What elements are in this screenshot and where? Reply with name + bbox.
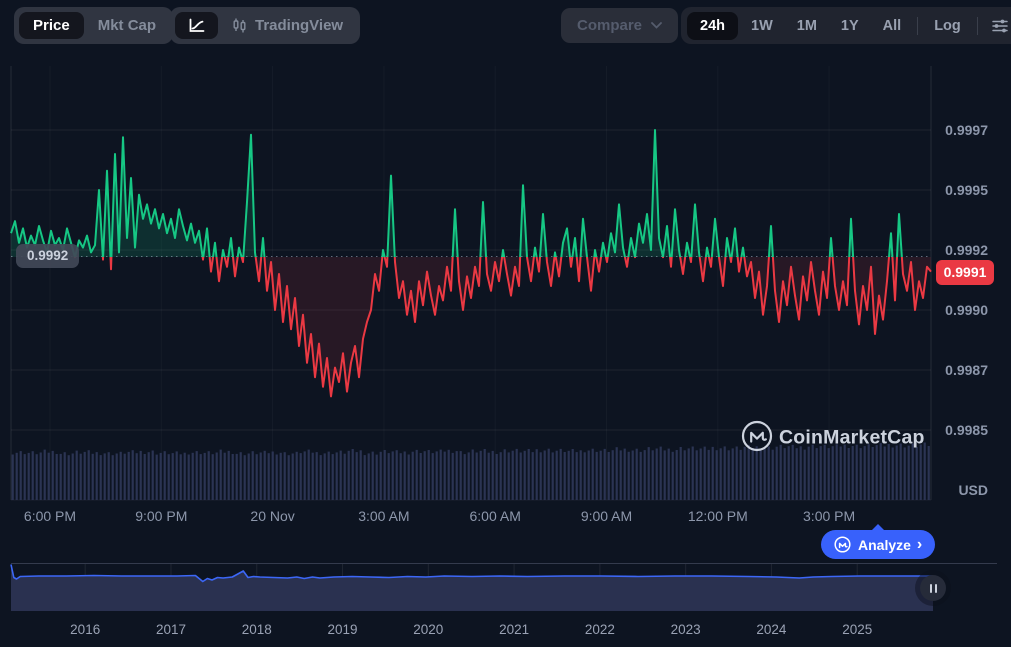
- minimap-year-label: 2018: [242, 622, 272, 637]
- watermark-text: CoinMarketCap: [779, 427, 925, 449]
- minimap-year-label: 2025: [842, 622, 872, 637]
- axis-tick-label: 6:00 AM: [470, 508, 521, 524]
- range-log[interactable]: Log: [923, 18, 972, 34]
- line-chart-tab[interactable]: [175, 12, 218, 39]
- axis-tick-label: 0.9997: [945, 122, 988, 138]
- chart-settings-button[interactable]: [983, 17, 1011, 35]
- candlestick-icon: [232, 18, 247, 33]
- axis-tick-label: 0.9992: [945, 242, 988, 258]
- pause-bar-icon: [930, 584, 932, 593]
- minimap-year-label: 2023: [671, 622, 701, 637]
- range-1y[interactable]: 1Y: [830, 18, 870, 34]
- axis-tick-label: 20 Nov: [250, 508, 294, 524]
- axis-tick-label: 3:00 AM: [358, 508, 409, 524]
- axis-tick-label: 0.9987: [945, 362, 988, 378]
- analyze-label: Analyze: [858, 537, 911, 553]
- axis-tick-label: 0.9995: [945, 182, 988, 198]
- volume-bars: [12, 443, 930, 501]
- range-all[interactable]: All: [872, 18, 913, 34]
- analyze-button[interactable]: Analyze ›: [821, 530, 935, 559]
- axis-tick-label: 12:00 PM: [688, 508, 748, 524]
- minimap-year-label: 2024: [756, 622, 787, 637]
- pause-bar-icon: [935, 584, 937, 593]
- axis-tick-label: 9:00 PM: [135, 508, 187, 524]
- price-tab[interactable]: Price: [19, 12, 84, 39]
- axis-tick-label: 0.9985: [945, 422, 988, 438]
- coinmarketcap-watermark: CoinMarketCap: [743, 422, 925, 450]
- minimap-year-label: 2017: [156, 622, 186, 637]
- compare-button[interactable]: Compare: [561, 8, 678, 43]
- chevron-down-icon: [651, 22, 662, 29]
- minimap-year-label: 2021: [499, 622, 529, 637]
- current-price-badge: 0.9991: [936, 260, 994, 285]
- price-mktcap-toggle: Price Mkt Cap: [14, 7, 173, 44]
- axis-tick-label: 0.9990: [945, 302, 988, 318]
- axis-tick-label: 3:00 PM: [803, 508, 855, 524]
- minimap-year-label: 2020: [413, 622, 443, 637]
- tradingview-label: TradingView: [255, 17, 343, 34]
- compare-label: Compare: [577, 17, 642, 34]
- coinmarketcap-mini-logo-icon: [834, 536, 851, 553]
- coinmarketcap-logo-m: [751, 433, 766, 442]
- price-area-fills: [11, 130, 931, 396]
- minimap-scrub-handle[interactable]: [920, 575, 946, 601]
- range-1m[interactable]: 1M: [786, 18, 828, 34]
- range-selector: 24h1W1M1YAll Log: [681, 7, 1011, 44]
- range-1w[interactable]: 1W: [740, 18, 784, 34]
- line-chart-icon: [188, 18, 205, 33]
- range-divider: [917, 17, 918, 35]
- axis-tick-label: USD: [958, 482, 988, 498]
- chevron-right-icon: ›: [917, 536, 922, 554]
- range-divider: [977, 17, 978, 35]
- axis-tick-label: 9:00 AM: [581, 508, 632, 524]
- minimap-year-label: 2019: [328, 622, 358, 637]
- charttype-toggle: TradingView: [170, 7, 360, 44]
- mktcap-tab[interactable]: Mkt Cap: [86, 17, 168, 34]
- minimap-year-label: 2016: [70, 622, 100, 637]
- coinmarketcap-logo-icon: [743, 422, 771, 450]
- range-24h[interactable]: 24h: [687, 12, 738, 40]
- cmc-price-chart-widget: 0.9997 0.9995 0.9992 0.9990 0.9987 0.9985 USD 6…: [0, 0, 1011, 647]
- baseline-price-label: 0.9992: [16, 244, 79, 268]
- tradingview-tab[interactable]: TradingView: [220, 17, 355, 34]
- sliders-icon: [991, 17, 1009, 35]
- minimap-year-label: 2022: [585, 622, 615, 637]
- timeline-minimap[interactable]: 2016 2017 2018 2019 2020 2021 2022 2023 2024 2025: [11, 564, 997, 638]
- axis-tick-label: 6:00 PM: [24, 508, 76, 524]
